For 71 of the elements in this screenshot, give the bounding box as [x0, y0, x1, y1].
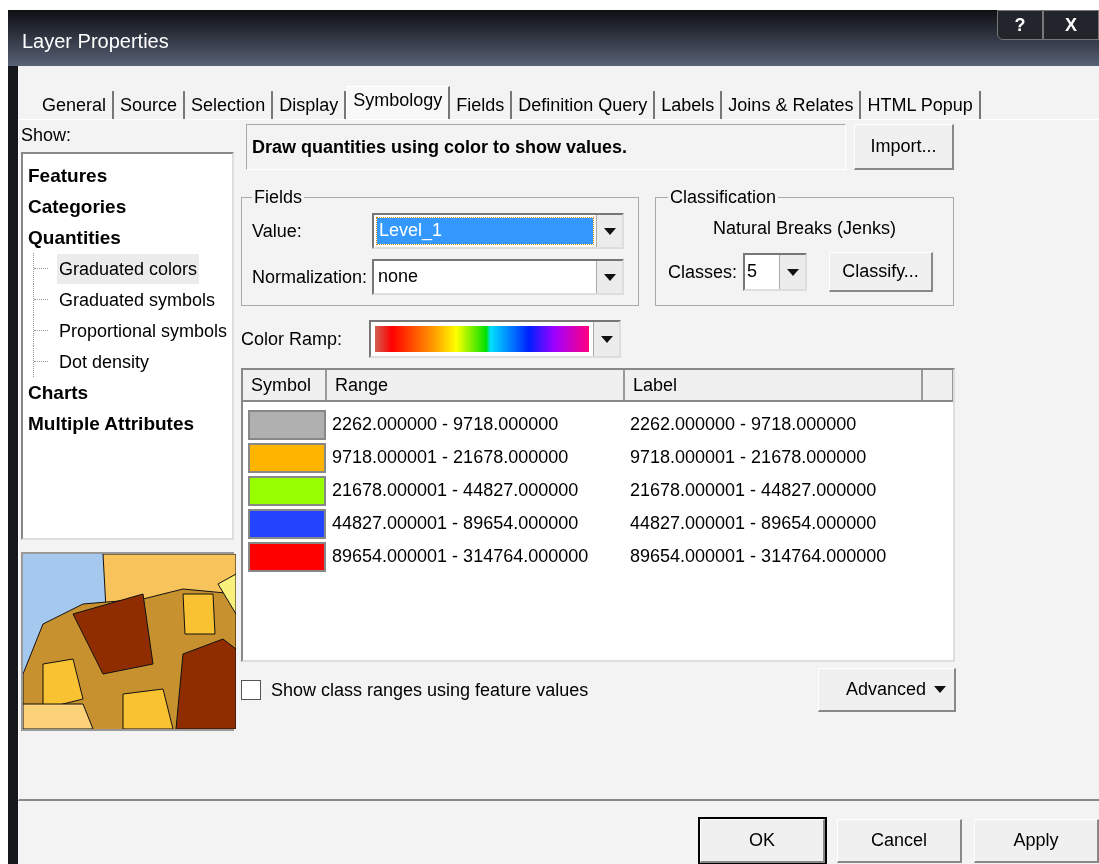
group-title: Classification — [669, 186, 778, 209]
dropdown-value: Level_1 — [377, 218, 593, 244]
column-header[interactable]: Label — [625, 370, 923, 400]
symbol-swatch[interactable] — [248, 409, 326, 440]
color-ramp-label: Color Ramp: — [241, 327, 344, 351]
value-label: Value: — [252, 219, 302, 243]
range-cell-text: 21678.000001 - 44827.000000 — [331, 479, 580, 502]
caret-icon — [600, 335, 613, 343]
tab[interactable]: Fields — [450, 91, 513, 119]
checkbox[interactable] — [241, 680, 261, 700]
symbol-swatch[interactable] — [248, 541, 326, 572]
classes-label: Classes: — [668, 260, 738, 284]
label-cell-text: 2262.000000 - 9718.000000 — [629, 413, 857, 436]
range-cell-text: 2262.000000 - 9718.000000 — [331, 413, 560, 436]
tab[interactable]: HTML Popup — [861, 91, 981, 119]
tab[interactable]: Source — [114, 91, 186, 119]
tree-item[interactable]: Multiple Attributes — [28, 408, 195, 439]
tree-item[interactable]: Graduated symbols — [57, 284, 218, 315]
tree-item[interactable]: Categories — [28, 191, 127, 222]
tree-item[interactable]: Proportional symbols — [57, 315, 230, 346]
caret-icon — [786, 268, 799, 276]
label-cell-text: 21678.000001 - 44827.000000 — [629, 479, 877, 502]
tab[interactable]: Joins & Relates — [722, 91, 862, 119]
advanced-button[interactable]: Advanced — [818, 668, 956, 712]
show-label: Show: — [21, 124, 73, 146]
label-cell-text: 44827.000001 - 89654.000000 — [629, 512, 877, 535]
symbol-swatch[interactable] — [248, 508, 326, 539]
group-title: Fields — [253, 186, 303, 209]
help-button[interactable]: ? — [997, 10, 1043, 40]
tree-item[interactable]: Quantities — [28, 222, 121, 253]
dropdown-arrow-button[interactable] — [596, 215, 622, 247]
dropdown-arrow-button[interactable] — [779, 255, 806, 289]
tree-item[interactable]: Dot density — [57, 346, 152, 377]
tab[interactable]: Selection — [185, 91, 274, 119]
symbol-swatch[interactable] — [248, 475, 326, 506]
description-text: Draw quantities using color to show values. — [252, 135, 628, 159]
dialog-button[interactable]: OK — [700, 819, 825, 863]
dropdown-value: none — [377, 265, 420, 288]
normalization-label: Normalization: — [252, 265, 368, 289]
dialog-button[interactable]: Cancel — [837, 819, 962, 863]
window-title: Layer Properties — [22, 29, 169, 54]
column-header[interactable]: Symbol — [243, 370, 327, 400]
tree-item[interactable]: Charts — [28, 377, 89, 408]
import-button[interactable]: Import... — [854, 124, 954, 170]
tree-item[interactable]: Features — [28, 160, 108, 191]
column-header[interactable]: Range — [327, 370, 625, 400]
close-button[interactable]: X — [1043, 10, 1099, 40]
range-cell-text: 9718.000001 - 21678.000000 — [331, 446, 570, 469]
caret-icon — [603, 227, 616, 235]
range-cell-text: 44827.000001 - 89654.000000 — [331, 512, 580, 535]
color-ramp-dropdown[interactable] — [369, 320, 621, 358]
classification-method: Natural Breaks (Jenks) — [711, 217, 898, 240]
tab[interactable]: General — [36, 91, 115, 119]
caret-icon — [603, 273, 616, 281]
classes-dropdown[interactable]: 5 — [743, 253, 808, 291]
label-cell-text: 89654.000001 - 314764.000000 — [629, 545, 887, 568]
tree-item[interactable]: Graduated colors — [57, 253, 200, 284]
range-cell-text: 89654.000001 - 314764.000000 — [331, 545, 590, 568]
dialog-button[interactable]: Apply — [974, 819, 1099, 863]
caret-icon — [934, 686, 946, 693]
dropdown-value: 5 — [746, 260, 759, 283]
dropdown-arrow-button[interactable] — [593, 322, 619, 356]
classify-button[interactable]: Classify... — [829, 252, 934, 292]
label-cell-text: 9718.000001 - 21678.000000 — [629, 446, 867, 469]
tab[interactable]: Definition Query — [512, 91, 656, 119]
checkbox-label: Show class ranges using feature values — [271, 678, 589, 702]
tab[interactable]: Labels — [655, 91, 723, 119]
symbol-swatch[interactable] — [248, 442, 326, 473]
normalization-dropdown[interactable]: none — [372, 259, 624, 295]
tab[interactable]: Symbology — [346, 86, 451, 120]
dropdown-arrow-button[interactable] — [596, 261, 622, 293]
